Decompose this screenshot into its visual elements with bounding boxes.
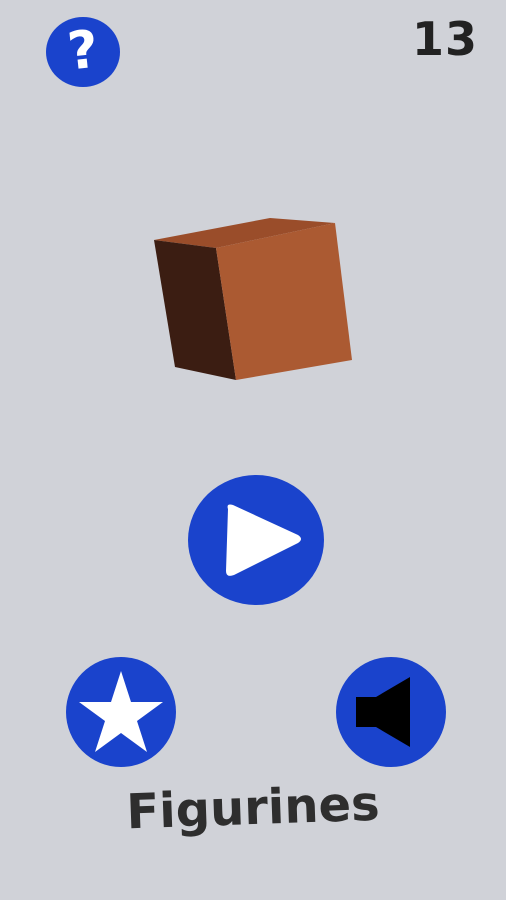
- help-button[interactable]: ?: [46, 17, 120, 87]
- question-mark-icon: ?: [64, 19, 102, 83]
- game-menu-screen: ? 13 Figurines: [0, 0, 506, 900]
- favorites-button[interactable]: [66, 657, 176, 767]
- cube-front-face: [216, 223, 352, 380]
- score-counter: 13: [411, 12, 478, 66]
- sound-toggle-button[interactable]: [336, 657, 446, 767]
- play-button[interactable]: [188, 475, 324, 605]
- play-icon: [226, 504, 301, 576]
- cube-figure: [154, 218, 352, 380]
- game-title: Figurines: [125, 775, 381, 841]
- speaker-icon: [356, 677, 410, 747]
- star-icon: [79, 671, 163, 752]
